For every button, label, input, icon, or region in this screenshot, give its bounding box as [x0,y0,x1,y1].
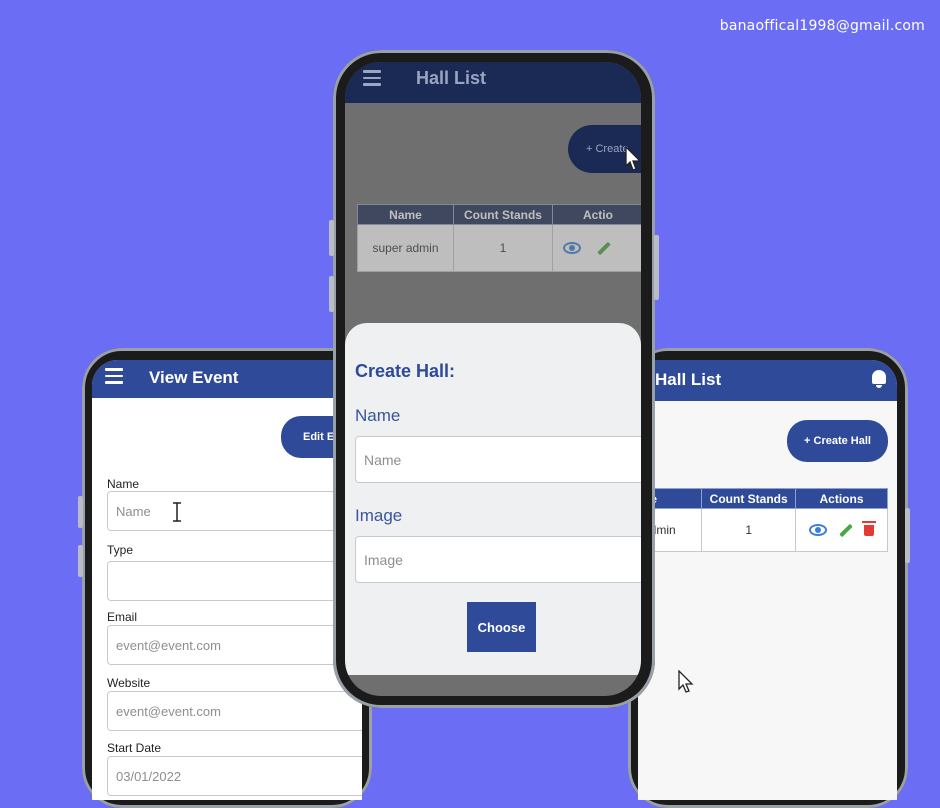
bell-icon[interactable] [872,370,886,388]
hall-name-placeholder: Name [364,452,402,468]
table-row: super admin 1 [356,224,641,272]
name-field[interactable]: Name [107,491,362,531]
actions-cell [794,508,889,552]
actions-cell [551,224,641,272]
create-hall-sheet: Create Hall: Name Name Image Image Choos… [345,323,641,675]
column-header: Actio [551,204,641,225]
mouse-pointer-icon [678,670,694,693]
menu-icon[interactable] [105,368,123,388]
hall-table: Name Count Stands Actio super admin 1 [356,204,641,272]
app-bar: Hall List [345,62,641,103]
center-screen: Hall List + Create Name Count Stands Act… [345,62,641,696]
page-title: Hall List [655,370,722,389]
table-row: admin 1 [638,508,889,552]
count-cell: 1 [453,224,553,272]
choose-button[interactable]: Choose [467,602,536,652]
name-value: Name [116,504,151,519]
sheet-title: Create Hall: [355,361,456,381]
name-label: Name [355,406,401,425]
hall-table: ne Count Stands Actions admin 1 [638,488,889,552]
contact-email: banaoffical1998@gmail.com [719,18,925,34]
type-label: Type [107,543,134,557]
side-button [78,496,83,528]
page-title: Hall List [416,68,487,88]
column-header: Actions [794,488,889,509]
side-button [905,508,910,563]
view-icon[interactable] [562,242,581,255]
column-header: Name [356,204,455,225]
app-bar: Hall List [638,360,897,401]
delete-icon[interactable] [861,520,876,536]
left-screen: View Event Edit E Name Name Type Email e… [92,360,362,800]
side-button [329,276,334,312]
column-header: Count Stands [701,488,796,509]
right-screen: Hall List + Create Hall ne Count Stands … [638,360,897,800]
start-date-value: 03/01/2022 [116,769,182,784]
image-label: Image [355,506,403,525]
side-button [654,235,659,300]
side-button [78,545,83,577]
website-label: Website [107,676,151,690]
hall-image-input[interactable]: Image [355,536,641,583]
table-header-row: ne Count Stands Actions [638,488,889,509]
hall-name-input[interactable]: Name [355,436,641,483]
view-icon[interactable] [809,524,828,537]
hall-image-placeholder: Image [364,552,403,568]
email-value: event@event.com [116,638,221,653]
table-header-row: Name Count Stands Actio [356,204,641,225]
page-title: View Event [149,368,239,387]
right-phone: Hall List + Create Hall ne Count Stands … [628,348,910,808]
hall-name-cell: super admin [356,224,455,272]
center-phone: Hall List + Create Name Count Stands Act… [329,50,659,708]
start-date-label: Start Date [107,741,162,755]
menu-icon[interactable] [363,70,381,90]
text-cursor-icon [173,502,181,522]
start-date-field[interactable]: 03/01/2022 [107,756,362,796]
email-label: Email [107,610,138,624]
name-label: Name [107,477,140,491]
left-phone: View Event Edit E Name Name Type Email e… [78,348,372,808]
count-cell: 1 [701,508,796,552]
column-header: Count Stands [453,204,553,225]
create-hall-button[interactable]: + Create Hall [787,420,888,462]
side-button [329,220,334,256]
website-value: event@event.com [116,704,221,719]
edit-icon[interactable] [839,523,854,537]
edit-icon[interactable] [597,241,612,255]
type-field[interactable] [107,561,362,601]
email-field[interactable]: event@event.com [107,625,362,665]
mouse-pointer-icon [625,146,641,171]
app-bar: View Event [92,360,362,398]
website-field[interactable]: event@event.com [107,691,362,731]
